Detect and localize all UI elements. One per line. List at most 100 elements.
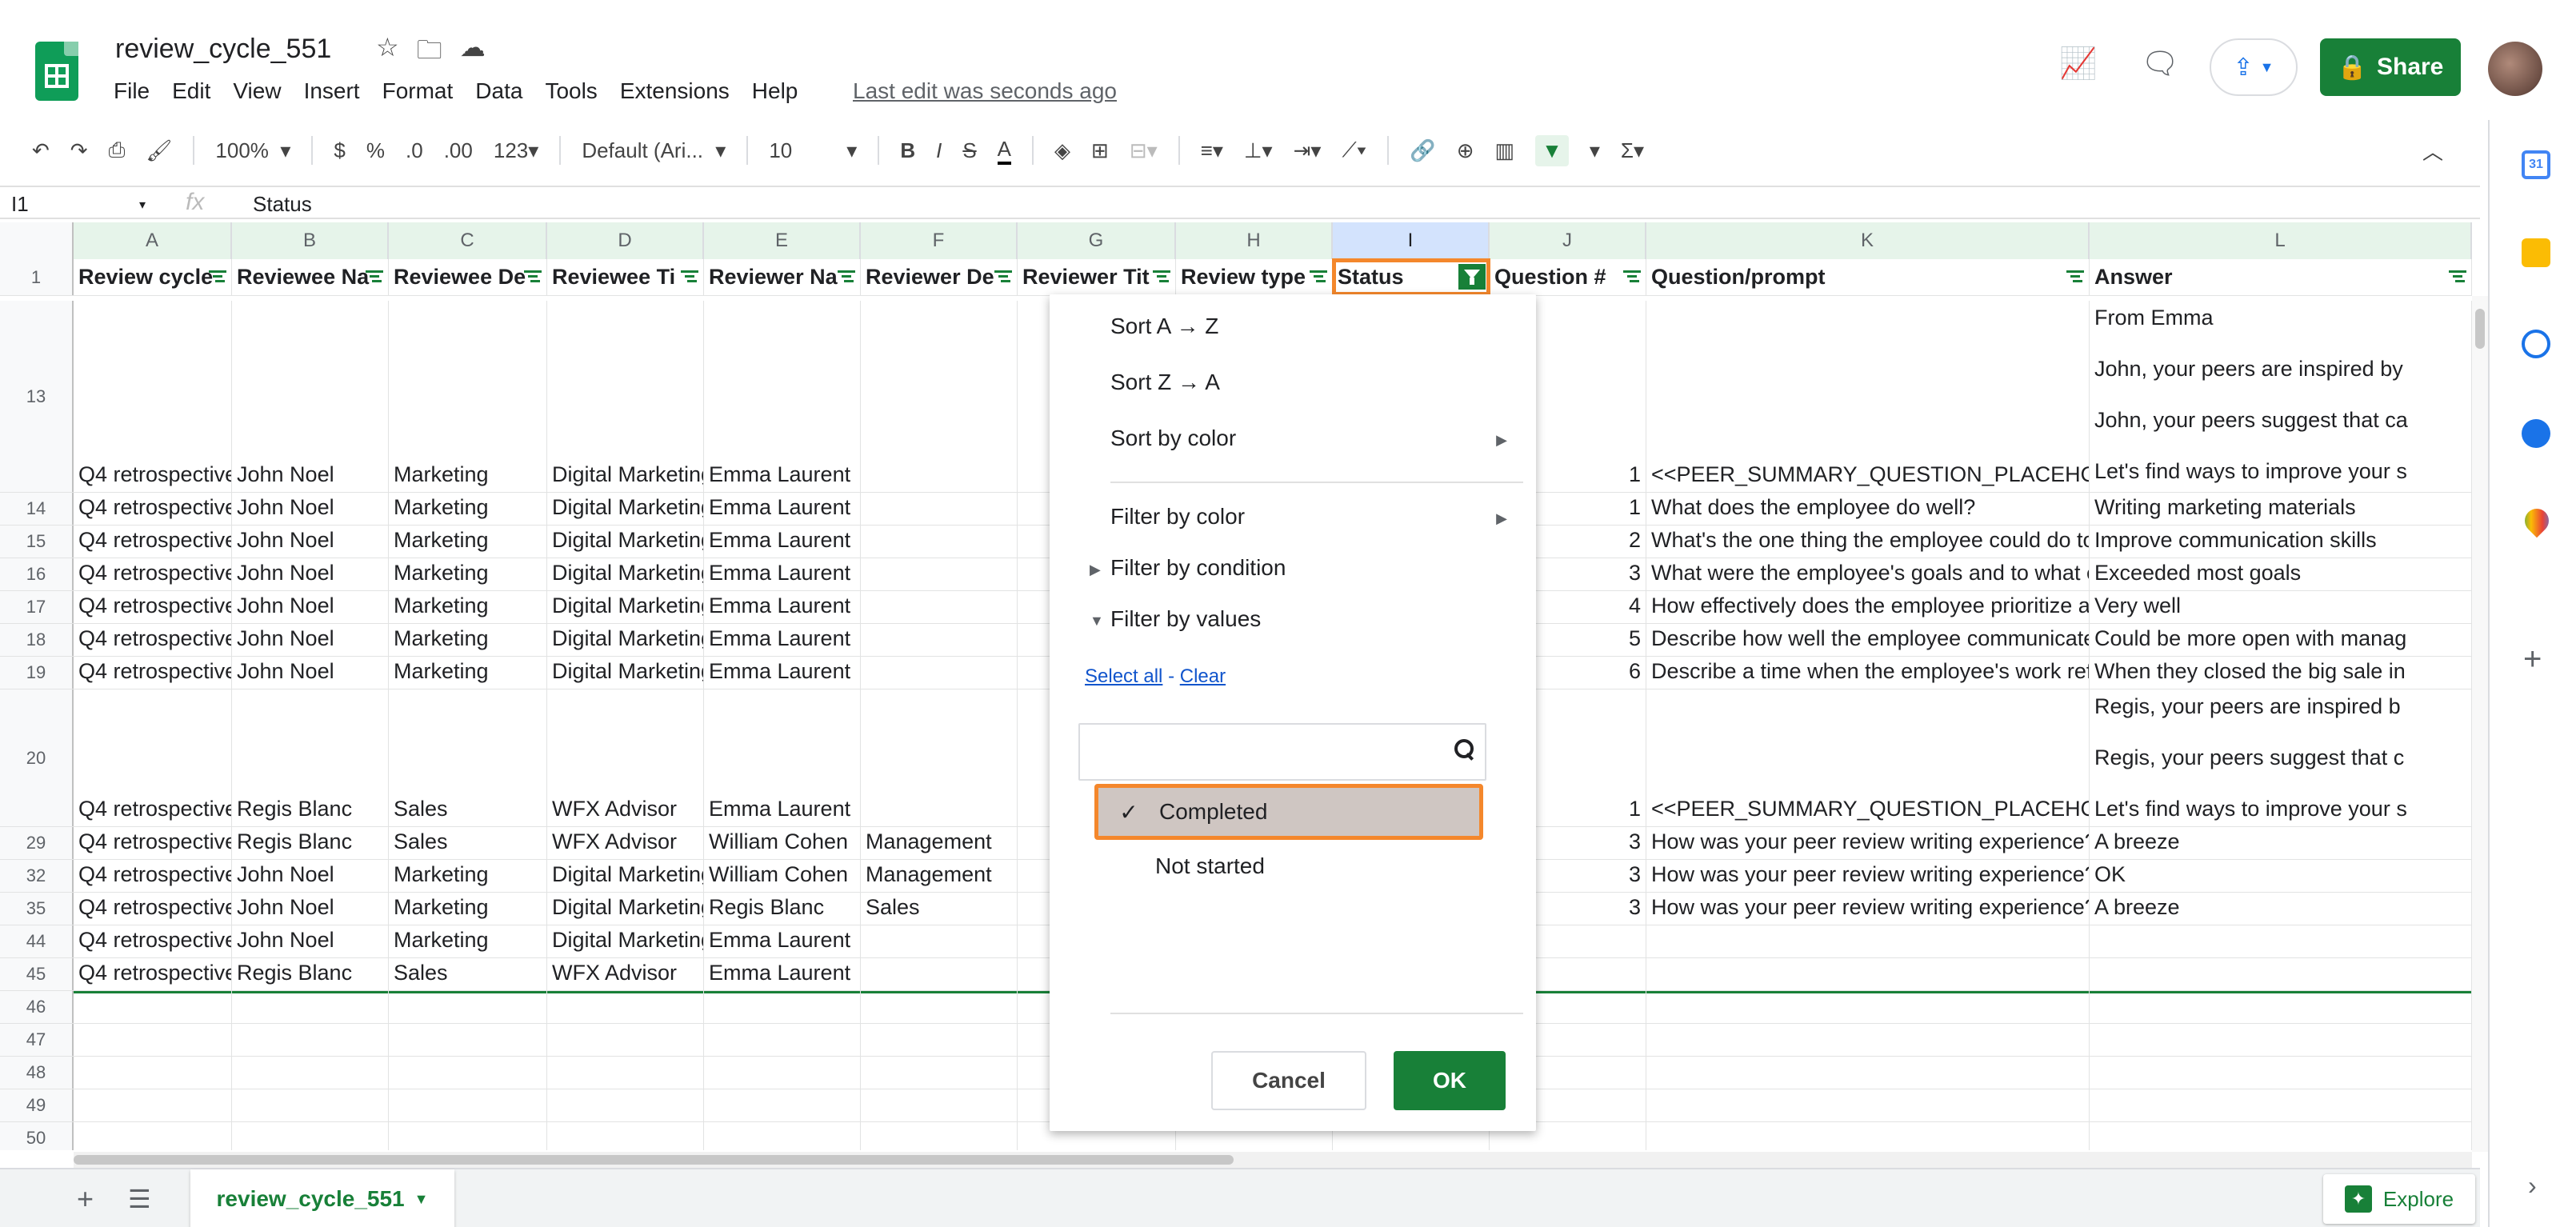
zoom-select[interactable]: 100% ▾ <box>215 138 290 163</box>
cell-k[interactable] <box>1646 1024 2090 1056</box>
cell-a[interactable]: Q4 retrospective <box>74 624 232 656</box>
cell-b[interactable]: John Noel <box>232 925 389 957</box>
cell-f[interactable] <box>861 1122 1018 1150</box>
cell-c[interactable]: Marketing <box>389 493 547 525</box>
cell-c[interactable]: Sales <box>389 958 547 990</box>
cell-a[interactable]: Q4 retrospective <box>74 301 232 492</box>
more-formats-button[interactable]: 123 ▾ <box>494 138 538 163</box>
cell-b[interactable] <box>232 1122 389 1150</box>
cell-b[interactable]: John Noel <box>232 526 389 558</box>
header-cell[interactable]: Status <box>1332 258 1490 296</box>
column-header-j[interactable]: J <box>1490 222 1646 259</box>
cell-l[interactable]: OK <box>2090 860 2472 892</box>
cell-f[interactable] <box>861 526 1018 558</box>
row-number[interactable]: 32 <box>0 860 74 892</box>
cell-b[interactable]: John Noel <box>232 301 389 492</box>
sort-z-a[interactable]: Sort Z → A <box>1110 370 1220 395</box>
menu-extensions[interactable]: Extensions <box>620 78 730 104</box>
filter-icon[interactable] <box>838 270 855 283</box>
cell-a[interactable] <box>74 1057 232 1089</box>
row-number[interactable]: 14 <box>0 493 74 525</box>
add-addon-icon[interactable]: + <box>2523 641 2542 677</box>
row-number[interactable]: 49 <box>0 1089 74 1121</box>
comments-icon[interactable]: 🗨 <box>2141 46 2179 82</box>
cell-e[interactable] <box>704 991 861 1023</box>
header-cell[interactable]: Question/prompt <box>1646 259 2090 295</box>
cell-f[interactable] <box>861 925 1018 957</box>
column-header-b[interactable]: B <box>232 222 389 259</box>
cell-a[interactable] <box>74 991 232 1023</box>
cell-e[interactable]: Emma Laurent <box>704 689 861 826</box>
cell-e[interactable]: Emma Laurent <box>704 526 861 558</box>
all-sheets-icon[interactable]: ☰ <box>128 1184 151 1214</box>
cell-d[interactable]: Digital Marketing <box>547 657 704 689</box>
cell-k[interactable]: What does the employee do well? <box>1646 493 2090 525</box>
cell-c[interactable] <box>389 1089 547 1121</box>
star-icon[interactable]: ☆ <box>376 32 399 75</box>
cell-d[interactable]: Digital Marketing <box>547 558 704 590</box>
cell-b[interactable]: John Noel <box>232 591 389 623</box>
vertical-align-icon[interactable]: ⊥▾ <box>1244 138 1273 163</box>
cell-k[interactable] <box>1646 958 2090 990</box>
last-edit-link[interactable]: Last edit was seconds ago <box>853 78 1117 104</box>
cell-k[interactable]: What's the one thing the employee could … <box>1646 526 2090 558</box>
strikethrough-button[interactable]: S <box>962 138 976 163</box>
present-button[interactable]: ⇪ ▼ <box>2210 38 2298 96</box>
currency-button[interactable]: $ <box>334 138 345 163</box>
cell-c[interactable]: Sales <box>389 827 547 859</box>
explore-button[interactable]: ✦ Explore <box>2323 1174 2475 1224</box>
clear-link[interactable]: Clear <box>1180 665 1226 687</box>
decrease-decimal-button[interactable]: .0 <box>406 138 423 163</box>
row-number[interactable]: 1 <box>0 259 74 295</box>
cell-f[interactable] <box>861 624 1018 656</box>
row-number[interactable]: 15 <box>0 526 74 558</box>
row-number[interactable]: 48 <box>0 1057 74 1089</box>
cell-b[interactable]: Regis Blanc <box>232 827 389 859</box>
text-rotation-icon[interactable]: ⟋▾ <box>1342 138 1366 163</box>
header-cell[interactable]: Review type <box>1176 259 1333 295</box>
cell-a[interactable] <box>74 1024 232 1056</box>
cell-l[interactable]: Very well <box>2090 591 2472 623</box>
share-button[interactable]: 🔒 Share <box>2320 38 2461 96</box>
cell-c[interactable]: Marketing <box>389 893 547 925</box>
cell-k[interactable]: <<PEER_SUMMARY_QUESTION_PLACEHOLDER <box>1646 689 2090 826</box>
cell-c[interactable] <box>389 1122 547 1150</box>
cell-c[interactable]: Marketing <box>389 657 547 689</box>
cell-f[interactable] <box>861 493 1018 525</box>
cell-f[interactable] <box>861 1057 1018 1089</box>
filter-icon[interactable] <box>681 270 698 283</box>
activity-trend-icon[interactable]: 📈 <box>2059 46 2097 82</box>
menu-format[interactable]: Format <box>382 78 454 104</box>
header-cell[interactable]: Reviewee De <box>389 259 547 295</box>
cell-e[interactable]: Emma Laurent <box>704 558 861 590</box>
cell-c[interactable]: Sales <box>389 689 547 826</box>
cell-b[interactable]: John Noel <box>232 860 389 892</box>
filter-icon[interactable]: ▼ <box>1535 134 1569 166</box>
row-number[interactable]: 17 <box>0 591 74 623</box>
cell-d[interactable] <box>547 991 704 1023</box>
maps-icon[interactable] <box>2519 503 2554 538</box>
cell-e[interactable]: Emma Laurent <box>704 657 861 689</box>
cell-d[interactable]: Digital Marketing <box>547 493 704 525</box>
menu-tools[interactable]: Tools <box>545 78 597 104</box>
increase-decimal-button[interactable]: .00 <box>444 138 473 163</box>
cell-d[interactable]: Digital Marketing <box>547 925 704 957</box>
filter-search-input[interactable] <box>1078 723 1486 781</box>
cell-l[interactable]: When they closed the big sale in <box>2090 657 2472 689</box>
row-number[interactable]: 50 <box>0 1122 74 1150</box>
cell-a[interactable]: Q4 retrospective <box>74 558 232 590</box>
cell-l[interactable] <box>2090 1089 2472 1121</box>
cell-f[interactable] <box>861 1024 1018 1056</box>
cell-l[interactable]: A breeze <box>2090 827 2472 859</box>
option-not-started[interactable]: Not started <box>1094 838 1483 894</box>
cell-d[interactable] <box>547 1024 704 1056</box>
borders-icon[interactable]: ⊞ <box>1091 138 1109 163</box>
cell-k[interactable] <box>1646 1122 2090 1150</box>
cell-d[interactable]: Digital Marketing <box>547 860 704 892</box>
cell-l[interactable] <box>2090 991 2472 1023</box>
cell-a[interactable]: Q4 retrospective <box>74 526 232 558</box>
row-number[interactable]: 45 <box>0 958 74 990</box>
redo-icon[interactable]: ↷ <box>70 138 88 163</box>
cell-f[interactable]: Management <box>861 860 1018 892</box>
menu-help[interactable]: Help <box>752 78 798 104</box>
